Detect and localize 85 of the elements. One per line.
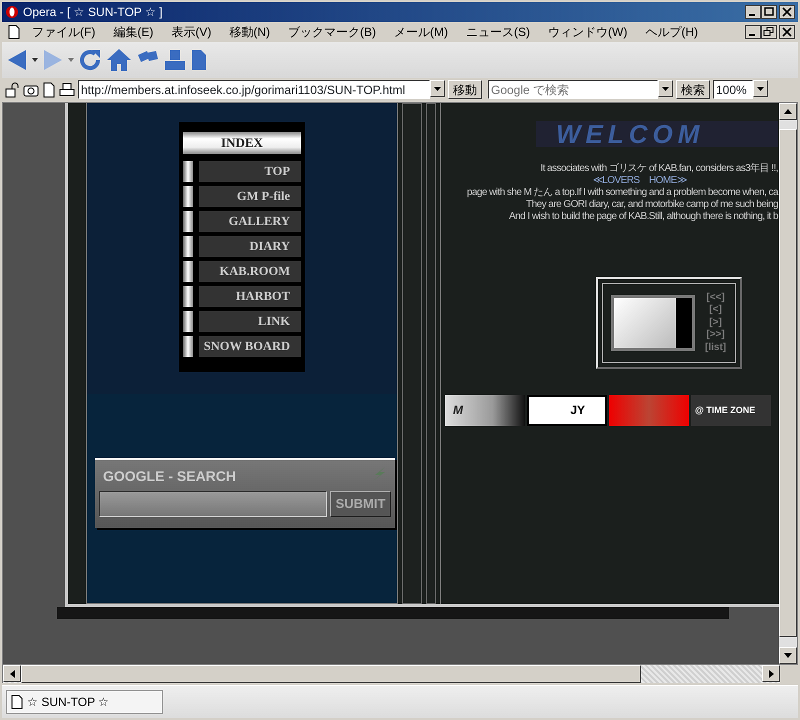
slideshow-link[interactable]: [>>] xyxy=(706,329,725,342)
slideshow-link[interactable]: [<<] xyxy=(706,292,725,304)
lock-icon[interactable] xyxy=(4,82,20,98)
scroll-thumb[interactable] xyxy=(21,665,641,683)
nav-link[interactable]: DIARY xyxy=(199,236,301,257)
tab-label: ☆ SUN-TOP ☆ xyxy=(27,694,110,711)
menu-bar-marker xyxy=(183,310,193,332)
reload-icon[interactable] xyxy=(78,48,102,72)
menu-item[interactable]: メール(M) xyxy=(385,22,457,41)
menu-item[interactable]: ニュース(S) xyxy=(457,22,539,41)
maximize-button[interactable] xyxy=(761,4,777,19)
search-field[interactable]: Google で検索 xyxy=(488,80,658,100)
up-arrow-icon xyxy=(784,108,792,114)
window-title: Opera - [ ☆ SUN-TOP ☆ ] xyxy=(23,4,164,21)
welcome-banner: WELCOM xyxy=(536,120,778,147)
menu-item[interactable]: 表示(V) xyxy=(162,22,220,41)
scroll-left-button[interactable] xyxy=(3,665,21,682)
intro-text: It associates with ゴリスケ of KAB.fan, considers as3年目 !!, xyxy=(540,162,778,175)
left-arrow-icon xyxy=(10,670,14,678)
menu-item[interactable]: ウィンドウ(W) xyxy=(539,22,636,41)
caret-icon xyxy=(662,86,669,91)
dropdown-button[interactable] xyxy=(753,80,768,98)
search-input[interactable] xyxy=(99,490,327,517)
menu-bar-marker xyxy=(183,236,193,257)
right-arrow-icon xyxy=(768,670,774,678)
photo-placeholder xyxy=(614,298,676,348)
menu-bar-marker xyxy=(183,210,193,232)
dropdown-button[interactable] xyxy=(430,80,445,98)
caret-icon xyxy=(434,86,441,91)
close-button[interactable] xyxy=(779,4,795,19)
search-panel-title: GOOGLE - SEARCH xyxy=(103,466,236,486)
page-icon[interactable] xyxy=(42,82,56,98)
intro-text: They are GORI diary, car, and motorbike camp of me such being xyxy=(526,198,778,211)
banner-link[interactable]: @ TIME ZONE xyxy=(691,394,771,426)
scroll-down-button[interactable] xyxy=(779,647,797,664)
close-button[interactable] xyxy=(779,24,795,39)
scroll-up-button[interactable] xyxy=(779,102,797,120)
menu-bar-marker xyxy=(183,260,193,282)
menu-bar-marker xyxy=(183,186,193,207)
menu-bar-marker xyxy=(183,286,193,307)
nav-link[interactable]: SNOW BOARD xyxy=(199,336,301,357)
nav-link[interactable]: HARBOT xyxy=(199,286,301,307)
minimize-button[interactable] xyxy=(745,24,761,39)
menu-bar-marker xyxy=(183,336,193,357)
page-tab[interactable]: ☆ SUN-TOP ☆ xyxy=(6,690,163,714)
url-field[interactable]: http://members.at.infoseek.co.jp/gorimari1103/SUN-TOP.html xyxy=(78,80,430,100)
page-icon xyxy=(11,695,23,709)
restore-button[interactable] xyxy=(761,24,777,39)
nav-link[interactable]: LINK xyxy=(199,310,301,332)
menu-item[interactable]: 編集(E) xyxy=(104,22,162,41)
menu-item[interactable]: ブックマーク(B) xyxy=(279,22,385,41)
nav-link[interactable]: GM P-file xyxy=(199,186,301,207)
nav-link[interactable]: KAB.ROOM xyxy=(199,260,301,282)
caret-icon[interactable] xyxy=(32,58,38,62)
down-arrow-icon xyxy=(784,653,792,658)
slideshow-link[interactable]: [list] xyxy=(705,342,726,354)
banner-link[interactable]: M xyxy=(445,394,525,426)
page-icon xyxy=(8,24,20,39)
dropdown-button[interactable] xyxy=(658,80,673,98)
search-button[interactable]: 検索 xyxy=(676,80,710,100)
home-icon[interactable] xyxy=(106,48,132,72)
document-icon[interactable] xyxy=(190,48,208,71)
menu-item[interactable]: 移動(N) xyxy=(220,22,279,41)
home-link[interactable]: ≪LOVERS HOME≫ xyxy=(592,174,686,187)
nav-link[interactable]: GALLERY xyxy=(199,210,301,232)
horizontal-scrollbar[interactable] xyxy=(2,665,780,683)
menu-item[interactable]: ヘルプ(H) xyxy=(636,22,707,41)
scroll-right-button[interactable] xyxy=(762,665,780,682)
banner-link[interactable]: JY xyxy=(527,394,607,426)
menu-item[interactable]: ファイル(F) xyxy=(23,22,104,41)
intro-text: page with she M たん a top.If I with something and a problem become when, ca xyxy=(466,186,778,199)
print-icon[interactable] xyxy=(59,82,75,98)
menu-bar-marker xyxy=(183,160,193,182)
nav-link[interactable]: TOP xyxy=(199,160,301,182)
intro-text: And I wish to build the page of KAB.Still, although there is nothing, it b xyxy=(509,210,778,223)
back-icon[interactable] xyxy=(6,48,28,72)
opera-logo-icon xyxy=(5,4,19,19)
index-title: INDEX xyxy=(183,132,301,154)
slideshow-link[interactable]: [<] xyxy=(709,304,722,317)
slideshow-link[interactable]: [>] xyxy=(709,316,722,330)
zoom-field[interactable]: 100% xyxy=(713,80,753,100)
caret-icon xyxy=(757,86,764,91)
go-button[interactable]: 移動 xyxy=(448,80,482,100)
minimize-button[interactable] xyxy=(745,4,761,19)
logo-strip xyxy=(676,298,692,348)
